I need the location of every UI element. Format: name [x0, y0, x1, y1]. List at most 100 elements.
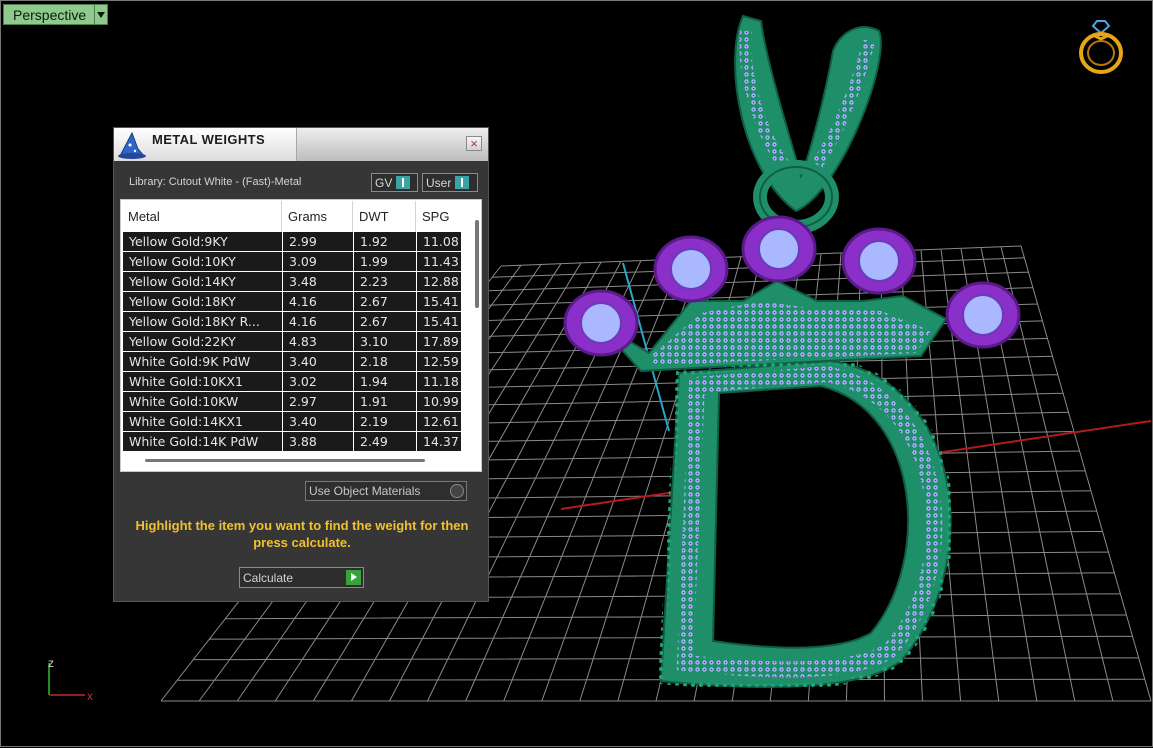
stone-2 — [653, 235, 729, 303]
cell-dwt: 2.67 — [354, 312, 417, 332]
use-object-materials-label: Use Object Materials — [309, 484, 421, 498]
cell-metal: White Gold:10KW — [123, 392, 283, 412]
metal-weights-panel: METAL WEIGHTS × Library: Cutout White - … — [113, 127, 489, 602]
column-header-spg[interactable]: SPG — [416, 201, 460, 232]
ring-icon[interactable] — [1075, 15, 1127, 77]
cell-spg: 11.08 — [417, 232, 461, 252]
cell-grams: 4.16 — [283, 292, 354, 312]
cell-grams: 3.40 — [283, 412, 354, 432]
toggle-switch-icon — [455, 176, 470, 189]
column-header-dwt[interactable]: DWT — [353, 201, 416, 232]
cell-dwt: 3.10 — [354, 332, 417, 352]
table-body: Yellow Gold:9KY 2.99 1.92 11.08 Yellow Gold:… — [123, 232, 461, 452]
letter-d — [657, 357, 954, 690]
cell-grams: 3.40 — [283, 352, 354, 372]
use-object-materials-toggle[interactable]: Use Object Materials — [305, 481, 467, 501]
close-icon: × — [470, 136, 478, 151]
panel-tab[interactable]: METAL WEIGHTS — [114, 128, 297, 161]
crown — [595, 279, 948, 373]
panel-title: METAL WEIGHTS — [152, 132, 266, 147]
cell-dwt: 1.92 — [354, 232, 417, 252]
cell-metal: Yellow Gold:9KY — [123, 232, 283, 252]
table-header: Metal Grams DWT SPG — [122, 201, 460, 232]
cell-dwt: 2.23 — [354, 272, 417, 292]
viewport-dropdown-button[interactable] — [95, 4, 109, 25]
table-row[interactable]: White Gold:14KX1 3.40 2.19 12.61 — [123, 412, 461, 432]
cell-dwt: 1.94 — [354, 372, 417, 392]
table-row[interactable]: White Gold:9K PdW 3.40 2.18 12.59 — [123, 352, 461, 372]
stone-5 — [945, 281, 1021, 349]
cell-metal: Yellow Gold:22KY — [123, 332, 283, 352]
table-row[interactable]: Yellow Gold:9KY 2.99 1.92 11.08 — [123, 232, 461, 252]
cell-dwt: 1.91 — [354, 392, 417, 412]
stone-4 — [841, 227, 917, 295]
cell-dwt: 2.19 — [354, 412, 417, 432]
cell-spg: 10.99 — [417, 392, 461, 412]
cell-grams: 2.99 — [283, 232, 354, 252]
cell-spg: 12.88 — [417, 272, 461, 292]
cell-grams: 3.02 — [283, 372, 354, 392]
cell-grams: 4.16 — [283, 312, 354, 332]
toggle-switch-icon — [396, 176, 411, 189]
cell-grams: 2.97 — [283, 392, 354, 412]
cell-metal: Yellow Gold:18KY — [123, 292, 283, 312]
gv-toggle-label: GV — [375, 175, 393, 190]
cell-spg: 12.59 — [417, 352, 461, 372]
axis-x-label: x — [87, 689, 93, 703]
table-row[interactable]: White Gold:10KX1 3.02 1.94 11.18 — [123, 372, 461, 392]
cell-dwt: 2.67 — [354, 292, 417, 312]
stone-1 — [563, 289, 639, 357]
bail-loop — [734, 14, 882, 234]
table-row[interactable]: White Gold:14K PdW 3.88 2.49 14.37 — [123, 432, 461, 452]
table-row[interactable]: Yellow Gold:14KY 3.48 2.23 12.88 — [123, 272, 461, 292]
table-row[interactable]: White Gold:10KW 2.97 1.91 10.99 — [123, 392, 461, 412]
cell-metal: White Gold:9K PdW — [123, 352, 283, 372]
table-row[interactable]: Yellow Gold:18KY R... 4.16 2.67 15.41 — [123, 312, 461, 332]
cell-grams: 3.48 — [283, 272, 354, 292]
cell-spg: 11.43 — [417, 252, 461, 272]
user-toggle[interactable]: User — [422, 173, 478, 192]
cell-dwt: 2.49 — [354, 432, 417, 452]
cell-metal: Yellow Gold:10KY — [123, 252, 283, 272]
axis-indicator: z x — [48, 656, 93, 703]
cell-metal: White Gold:14K PdW — [123, 432, 283, 452]
column-header-metal[interactable]: Metal — [122, 201, 282, 232]
cell-spg: 15.41 — [417, 312, 461, 332]
cell-metal: White Gold:14KX1 — [123, 412, 283, 432]
cell-grams: 4.83 — [283, 332, 354, 352]
play-icon — [346, 570, 361, 585]
calculate-label: Calculate — [243, 571, 294, 585]
panel-header[interactable]: METAL WEIGHTS × — [114, 128, 488, 161]
user-toggle-label: User — [426, 175, 452, 190]
cell-grams: 3.88 — [283, 432, 354, 452]
instruction-text: Highlight the item you want to find the … — [135, 518, 469, 550]
vertical-scrollbar[interactable] — [475, 220, 479, 308]
chevron-down-icon — [97, 11, 106, 18]
table-row[interactable]: Yellow Gold:10KY 3.09 1.99 11.43 — [123, 252, 461, 272]
cell-metal: Yellow Gold:18KY R... — [123, 312, 283, 332]
cell-grams: 3.09 — [283, 252, 354, 272]
table-row[interactable]: Yellow Gold:18KY 4.16 2.67 15.41 — [123, 292, 461, 312]
stone-3 — [741, 215, 817, 283]
metal-table[interactable]: Metal Grams DWT SPG Yellow Gold:9KY 2.99 1… — [120, 199, 482, 472]
wizard-hat-icon — [118, 131, 146, 159]
calculate-button[interactable]: Calculate — [239, 567, 364, 588]
cell-dwt: 1.99 — [354, 252, 417, 272]
close-button[interactable]: × — [466, 136, 482, 151]
cell-spg: 17.89 — [417, 332, 461, 352]
cell-spg: 11.18 — [417, 372, 461, 392]
column-header-grams[interactable]: Grams — [282, 201, 353, 232]
viewport-label-text[interactable]: Perspective — [3, 4, 96, 25]
library-label: Library: Cutout White - (Fast)-Metal — [129, 176, 302, 188]
axis-z-label: z — [48, 656, 54, 670]
cell-metal: White Gold:10KX1 — [123, 372, 283, 392]
gv-toggle[interactable]: GV — [371, 173, 418, 192]
cell-dwt: 2.18 — [354, 352, 417, 372]
cell-metal: Yellow Gold:14KY — [123, 272, 283, 292]
cell-spg: 12.61 — [417, 412, 461, 432]
radio-icon — [450, 484, 464, 498]
horizontal-scrollbar[interactable] — [145, 459, 425, 462]
table-row[interactable]: Yellow Gold:22KY 4.83 3.10 17.89 — [123, 332, 461, 352]
viewport-label[interactable]: Perspective — [3, 4, 109, 25]
cell-spg: 14.37 — [417, 432, 461, 452]
